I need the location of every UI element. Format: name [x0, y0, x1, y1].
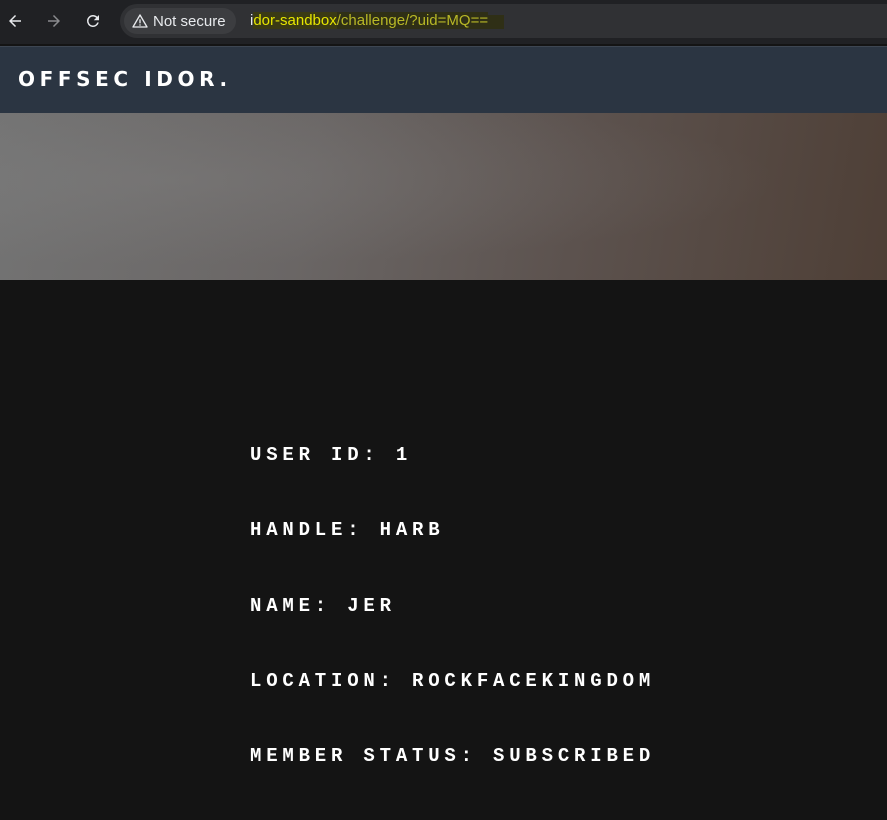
member-status-line: MEMBER STATUS: SUBSCRIBED — [250, 745, 656, 768]
url-host: idor-sandbox — [250, 12, 337, 29]
url-path: /challenge/?uid=MQ== — [336, 12, 489, 29]
browser-toolbar: Not secure idor-sandbox/challenge/?uid=M… — [0, 0, 887, 44]
warning-triangle-icon — [132, 14, 148, 28]
name-line: NAME: JER — [250, 594, 396, 617]
url-host-highlight: dor-sandbox — [253, 12, 337, 29]
user-id-line: USER ID: 1 — [250, 444, 413, 466]
security-indicator[interactable]: Not secure — [124, 8, 236, 34]
reload-button[interactable] — [83, 11, 103, 31]
url-highlight-tail — [488, 15, 505, 29]
forward-button[interactable] — [44, 11, 64, 31]
hero-image — [0, 113, 887, 280]
site-header: OFFSEC IDOR. — [0, 46, 887, 114]
profile-details: USER ID: 1 HANDLE: HARB NAME: JER LOCATI… — [250, 444, 655, 820]
url-text[interactable]: idor-sandbox/challenge/?uid=MQ== — [250, 12, 505, 29]
security-label: Not secure — [153, 12, 226, 30]
back-button[interactable] — [5, 11, 25, 31]
reload-icon — [86, 14, 99, 27]
site-logo[interactable]: OFFSEC IDOR. — [18, 67, 232, 91]
forward-arrow-icon — [48, 15, 60, 27]
address-bar[interactable]: Not secure idor-sandbox/challenge/?uid=M… — [120, 4, 887, 38]
handle-line: HANDLE: HARB — [250, 519, 445, 542]
location-line: LOCATION: ROCKFACEKINGDOM — [250, 669, 656, 692]
back-arrow-icon — [9, 15, 21, 27]
